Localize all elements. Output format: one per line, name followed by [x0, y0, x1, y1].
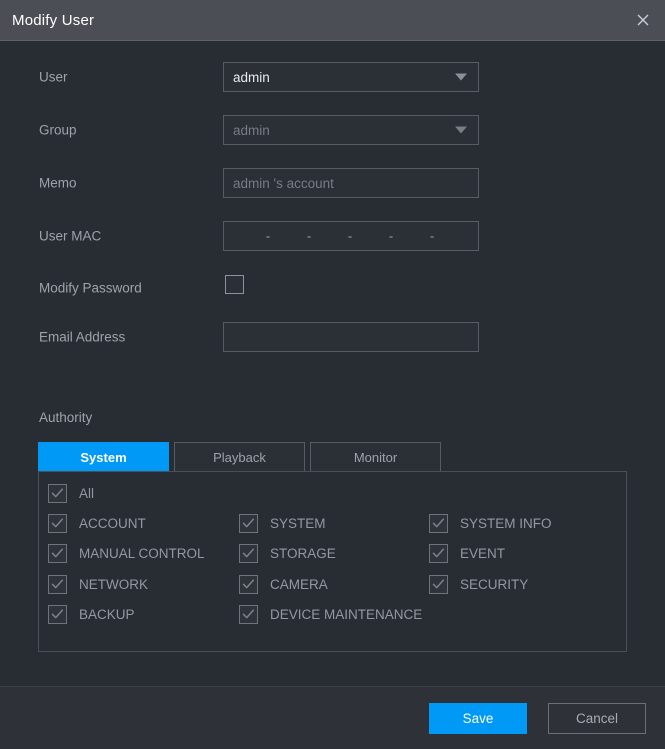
- permission-security[interactable]: SECURITY: [429, 575, 528, 594]
- permission-label: DEVICE MAINTENANCE: [270, 607, 423, 622]
- permission-storage[interactable]: STORAGE: [239, 544, 336, 563]
- checkbox-checked-icon: [239, 544, 258, 563]
- checkbox-checked-icon: [239, 514, 258, 533]
- tab-monitor[interactable]: Monitor: [310, 442, 441, 472]
- permission-system[interactable]: SYSTEM: [239, 514, 326, 533]
- permissions-panel: All ACCOUNT SYSTEM SYSTEM INFO MANUAL CONTRO…: [38, 471, 627, 652]
- modify-user-dialog: Modify User User admin Group admin Memo …: [0, 0, 665, 749]
- authority-tabs: System Playback Monitor: [38, 442, 446, 472]
- checkbox-checked-icon: [429, 575, 448, 594]
- authority-label: Authority: [39, 410, 93, 425]
- dialog-titlebar: Modify User: [0, 0, 665, 41]
- permission-all[interactable]: All: [48, 484, 94, 503]
- permission-label: All: [79, 486, 95, 501]
- permission-label: SYSTEM: [270, 516, 326, 531]
- form-row-user: User admin: [0, 62, 665, 92]
- mac-separator: -: [388, 228, 394, 244]
- group-select-value: admin: [233, 122, 270, 138]
- checkbox-checked-icon: [48, 514, 67, 533]
- memo-label: Memo: [39, 175, 77, 191]
- modify-password-label: Modify Password: [39, 280, 142, 296]
- cancel-button[interactable]: Cancel: [548, 702, 646, 734]
- checkbox-checked-icon: [239, 605, 258, 624]
- checkbox-checked-icon: [429, 544, 448, 563]
- user-mac-input[interactable]: -----: [223, 221, 479, 251]
- user-label: User: [39, 69, 68, 85]
- user-select-value: admin: [233, 69, 270, 85]
- form-row-email-address: Email Address: [0, 322, 665, 352]
- permission-label: STORAGE: [270, 546, 336, 561]
- tab-playback[interactable]: Playback: [174, 442, 305, 472]
- permission-device-maintenance[interactable]: DEVICE MAINTENANCE: [239, 605, 422, 624]
- permission-network[interactable]: NETWORK: [48, 575, 148, 594]
- close-icon[interactable]: [629, 6, 657, 34]
- checkbox-checked-icon: [48, 605, 67, 624]
- permission-label: NETWORK: [79, 577, 148, 592]
- form-row-user-mac: User MAC - - - - -: [0, 221, 665, 251]
- form-row-group: Group admin: [0, 115, 665, 145]
- user-mac-label: User MAC: [39, 228, 102, 244]
- dialog-footer: Save Cancel: [0, 686, 665, 749]
- chevron-down-icon: [455, 73, 467, 81]
- permission-event[interactable]: EVENT: [429, 544, 505, 563]
- email-address-input[interactable]: [223, 322, 479, 352]
- chevron-down-icon: [455, 126, 467, 134]
- dialog-title: Modify User: [12, 11, 95, 29]
- permission-label: EVENT: [460, 546, 506, 561]
- checkbox-checked-icon: [48, 575, 67, 594]
- permission-manual-control[interactable]: MANUAL CONTROL: [48, 544, 205, 563]
- user-select[interactable]: admin: [223, 62, 479, 92]
- permission-system-info[interactable]: SYSTEM INFO: [429, 514, 552, 533]
- form-row-memo: Memo admin 's account: [0, 168, 665, 198]
- permission-backup[interactable]: BACKUP: [48, 605, 135, 624]
- user-mac-segments: -----: [224, 222, 478, 250]
- permission-label: SECURITY: [460, 577, 529, 592]
- checkbox-checked-icon: [48, 544, 67, 563]
- permission-label: BACKUP: [79, 607, 135, 622]
- permission-camera[interactable]: CAMERA: [239, 575, 328, 594]
- group-select: admin: [223, 115, 479, 145]
- email-address-label: Email Address: [39, 329, 126, 345]
- memo-input[interactable]: admin 's account: [223, 168, 479, 198]
- mac-separator: -: [306, 228, 312, 244]
- memo-input-value: admin 's account: [233, 175, 334, 191]
- checkbox-checked-icon: [239, 575, 258, 594]
- permission-label: CAMERA: [270, 577, 328, 592]
- dialog-body: User admin Group admin Memo admin 's acc…: [0, 41, 665, 686]
- mac-separator: -: [265, 228, 271, 244]
- checkbox-checked-icon: [429, 514, 448, 533]
- permission-label: SYSTEM INFO: [460, 516, 552, 531]
- permission-label: MANUAL CONTROL: [79, 546, 205, 561]
- group-label: Group: [39, 122, 77, 138]
- save-button[interactable]: Save: [429, 702, 527, 734]
- mac-separator: -: [429, 228, 435, 244]
- mac-separator: -: [347, 228, 353, 244]
- permission-account[interactable]: ACCOUNT: [48, 514, 146, 533]
- permission-label: ACCOUNT: [79, 516, 146, 531]
- form-row-modify-password: Modify Password: [0, 273, 665, 303]
- tab-system[interactable]: System: [38, 442, 169, 472]
- modify-password-checkbox[interactable]: [225, 275, 244, 294]
- checkbox-checked-icon: [48, 484, 67, 503]
